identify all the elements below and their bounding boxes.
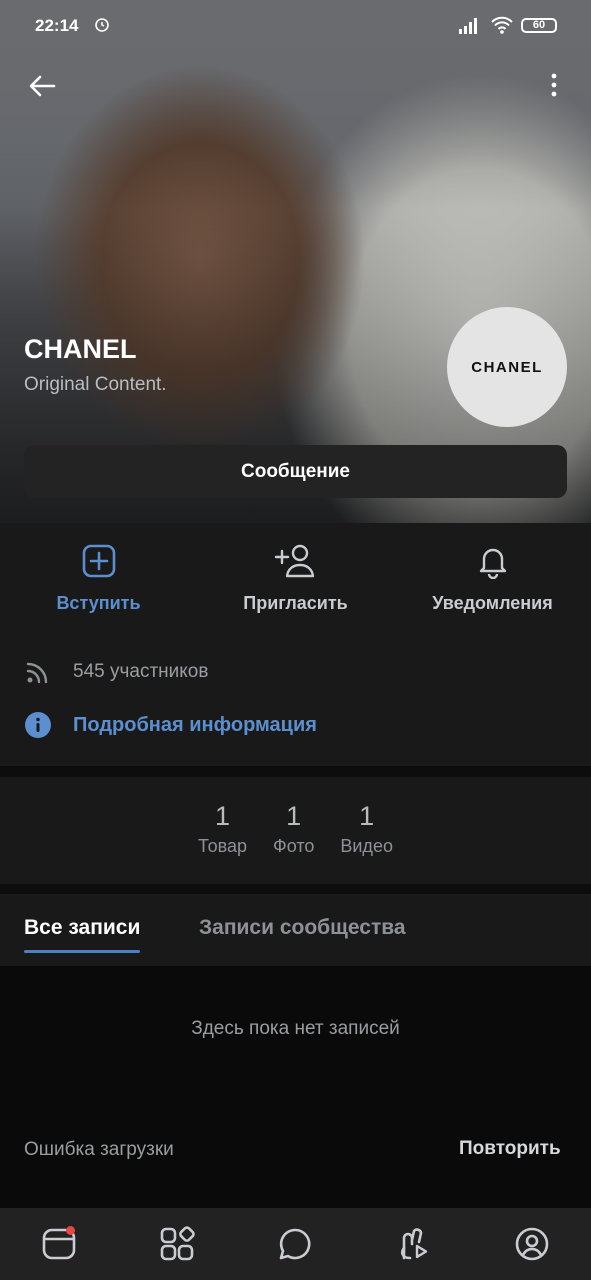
retry-button[interactable]: Повторить [459, 1138, 561, 1160]
counter-photos-label: Фото [273, 836, 315, 856]
community-name: CHANEL [24, 334, 137, 364]
bell-icon [479, 548, 506, 579]
user-add-icon [274, 544, 314, 578]
tab-community-posts[interactable]: Записи сообщества [199, 916, 406, 940]
community-description: Original Content. [24, 374, 167, 395]
join-label: Вступить [56, 593, 141, 613]
counters: 1 Товар 1 Фото 1 Видео [0, 777, 591, 884]
wifi-icon [491, 16, 513, 34]
join-button[interactable]: Вступить [0, 523, 197, 643]
load-error-text: Ошибка загрузки [24, 1139, 174, 1160]
nav-services[interactable] [147, 1214, 207, 1274]
invite-button[interactable]: Пригласить [197, 523, 394, 643]
rss-icon [26, 662, 48, 684]
more-vertical-icon[interactable] [548, 72, 560, 98]
services-icon [160, 1226, 196, 1261]
nav-messages[interactable] [265, 1214, 325, 1274]
counter-photos[interactable]: 1 Фото [273, 777, 314, 884]
nav-news[interactable] [29, 1214, 89, 1274]
section-divider [0, 766, 591, 777]
tab-all-posts[interactable]: Все записи [24, 916, 141, 953]
members-row[interactable]: 545 участников [24, 658, 208, 686]
invite-label: Пригласить [243, 593, 348, 613]
counter-photos-num: 1 [286, 801, 302, 831]
avatar-text: CHANEL [471, 358, 543, 376]
avatar[interactable]: CHANEL [447, 307, 567, 427]
notifications-label: Уведомления [432, 593, 553, 613]
posts-tabs: Все записи Записи сообщества [0, 894, 591, 966]
counter-goods[interactable]: 1 Товар [198, 777, 247, 884]
status-time: 22:14 [35, 16, 79, 35]
more-info-link: Подробная информация [73, 713, 317, 736]
counter-goods-label: Товар [198, 836, 248, 856]
counter-videos-label: Видео [340, 836, 393, 856]
posts-feed: Здесь пока нет записей Ошибка загрузки П… [0, 966, 591, 1208]
notifications-button[interactable]: Уведомления [394, 523, 591, 643]
profile-icon [515, 1227, 549, 1261]
counter-videos[interactable]: 1 Видео [340, 777, 393, 884]
more-info-row[interactable]: Подробная информация [24, 711, 317, 739]
info-icon [25, 712, 51, 738]
clips-icon [400, 1228, 427, 1260]
alarm-icon [95, 18, 109, 32]
empty-feed-text: Здесь пока нет записей [191, 1018, 400, 1039]
action-bar: Вступить Пригласить Уведомления [0, 523, 591, 643]
counter-goods-num: 1 [215, 801, 231, 831]
nav-profile[interactable] [502, 1214, 562, 1274]
counter-videos-num: 1 [359, 801, 375, 831]
section-divider [0, 884, 591, 894]
messages-icon [280, 1228, 311, 1260]
members-count: 545 участников [73, 661, 209, 682]
message-button[interactable]: Сообщение [24, 445, 567, 498]
status-bar: 22:14 60 [0, 0, 591, 52]
bottom-nav [0, 1208, 591, 1280]
battery-indicator: 60 [521, 18, 557, 33]
nav-clips[interactable] [384, 1214, 444, 1274]
signal-icon [459, 18, 477, 34]
plus-square-icon [82, 544, 115, 578]
arrow-left-icon[interactable] [26, 70, 58, 102]
